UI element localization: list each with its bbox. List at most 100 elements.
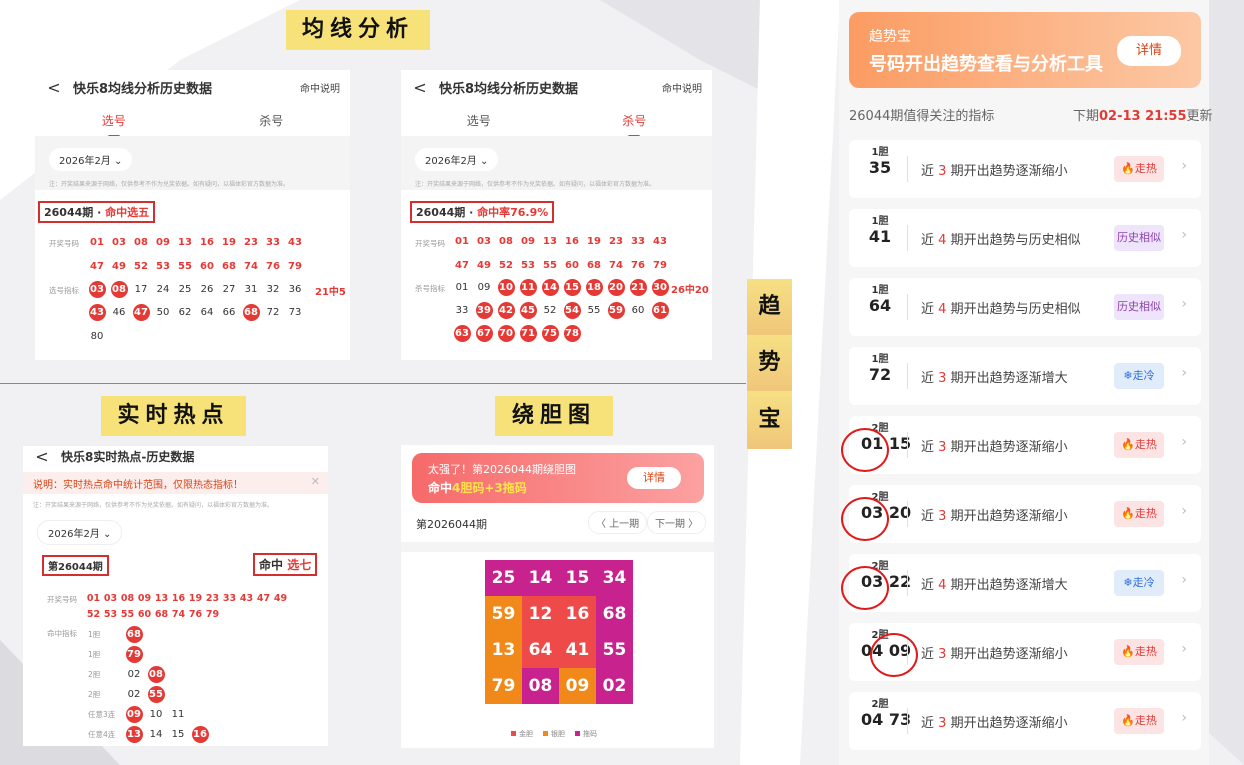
month-selector[interactable]: 2026年2月 ⌄ — [415, 148, 499, 171]
panel-junxian-select: < 快乐8均线分析历史数据 命中说明 选号 杀号 2026年2月 ⌄ 注：开奖结… — [35, 70, 350, 360]
indicator-card[interactable]: 2胆 04 73 近 3 期开出趋势逐渐缩小 🔥走热 › — [849, 692, 1201, 750]
number: 53 — [103, 609, 118, 620]
number: 23 — [205, 593, 220, 604]
indicator-card[interactable]: 2胆 03 20 近 3 期开出趋势逐渐缩小 🔥走热 › — [849, 485, 1201, 543]
help-link[interactable]: 命中说明 — [662, 80, 712, 95]
number: 47 — [132, 304, 150, 321]
indicator-card[interactable]: 1胆 41 近 4 期开出趋势与历史相似 历史相似 › — [849, 209, 1201, 267]
number: 46 — [112, 307, 126, 318]
help-link[interactable]: 命中说明 — [300, 80, 350, 95]
indicator-card[interactable]: 1胆 64 近 4 期开出趋势与历史相似 历史相似 › — [849, 278, 1201, 336]
number: 31 — [244, 284, 258, 295]
detail-button[interactable]: 详情 — [1117, 36, 1181, 66]
chevron-right-icon[interactable]: › — [1181, 572, 1187, 588]
tab-select[interactable]: 选号 — [401, 112, 557, 129]
trend-desc: 近 3 期开出趋势逐渐缩小 — [921, 440, 1068, 455]
number: 68 — [587, 260, 601, 271]
back-icon[interactable]: < — [401, 78, 439, 97]
annotation-circle — [841, 428, 889, 472]
chevron-right-icon[interactable]: › — [1181, 227, 1187, 243]
indicator-card[interactable]: 2胆 03 22 近 4 期开出趋势逐渐增大 ❄走冷 › — [849, 554, 1201, 612]
chevron-right-icon[interactable]: › — [1181, 365, 1187, 381]
number: 55 — [587, 305, 601, 316]
trend-badge: 🔥走热 — [1114, 432, 1164, 458]
trend-badge: 🔥走热 — [1114, 639, 1164, 665]
number: 43 — [653, 236, 667, 247]
label-junxian: 均线分析 — [286, 10, 430, 50]
divider-line — [0, 383, 746, 384]
close-icon[interactable]: ✕ — [311, 475, 320, 488]
label-raodan: 绕胆图 — [495, 396, 613, 436]
number: 08 — [147, 666, 165, 683]
number: 30 — [651, 279, 669, 296]
number: 68 — [154, 609, 169, 620]
number: 09 — [521, 236, 535, 247]
chevron-right-icon[interactable]: › — [1181, 434, 1187, 450]
chevron-right-icon[interactable]: › — [1181, 296, 1187, 312]
number: 09 — [156, 237, 170, 248]
number: 16 — [171, 593, 186, 604]
number: 19 — [188, 593, 203, 604]
prev-button[interactable]: 〈 上一期 — [588, 511, 648, 534]
trend-desc: 近 4 期开出趋势与历史相似 — [921, 302, 1081, 317]
number: 60 — [565, 260, 579, 271]
next-button[interactable]: 下一期 〉 — [647, 511, 707, 534]
number: 01 — [86, 593, 101, 604]
number: 53 — [156, 261, 170, 272]
tab-select[interactable]: 选号 — [35, 112, 193, 138]
draw-label: 开奖号码 — [49, 239, 79, 248]
tab-kill[interactable]: 杀号 — [193, 112, 351, 129]
hit-box: 命中 选七 — [253, 553, 318, 576]
kill-tail: 26中20 — [671, 285, 709, 296]
number: 33 — [222, 593, 237, 604]
legend-item: 金胆 — [511, 729, 533, 739]
number: 52 — [499, 260, 513, 271]
number: 80 — [90, 331, 104, 342]
annotation-circle — [870, 633, 918, 677]
number: 18 — [585, 279, 603, 296]
dan-block: 1胆 64 — [868, 285, 892, 315]
number: 39 — [475, 302, 493, 319]
indicator-card[interactable]: 2胆 01 15 近 3 期开出趋势逐渐缩小 🔥走热 › — [849, 416, 1201, 474]
number: 25 — [178, 284, 192, 295]
index-row: 02 55 — [123, 686, 167, 703]
number: 13 — [125, 726, 143, 743]
number: 43 — [288, 237, 302, 248]
number: 47 — [256, 593, 271, 604]
number: 13 — [154, 593, 169, 604]
banner-subtitle: 号码开出趋势查看与分析工具 — [869, 54, 1103, 75]
month-selector[interactable]: 2026年2月 ⌄ — [49, 148, 133, 171]
number: 17 — [134, 284, 148, 295]
number: 23 — [244, 237, 258, 248]
number: 23 — [609, 236, 623, 247]
index-label: 命中指标 — [47, 629, 77, 638]
tab-kill[interactable]: 杀号 — [557, 112, 713, 138]
number: 68 — [222, 261, 236, 272]
dan-block: 1胆 72 — [868, 354, 892, 384]
number: 76 — [631, 260, 645, 271]
grid-cell: 41 — [559, 632, 596, 668]
chevron-right-icon[interactable]: › — [1181, 641, 1187, 657]
month-selector[interactable]: 2026年2月 ⌄ — [37, 520, 123, 545]
indicator-card[interactable]: 1胆 72 近 3 期开出趋势逐渐增大 ❄走冷 › — [849, 347, 1201, 405]
number: 52 — [543, 305, 557, 316]
number: 50 — [156, 307, 170, 318]
number: 43 — [239, 593, 254, 604]
number: 20 — [607, 279, 625, 296]
annotation-circle — [841, 566, 889, 610]
trend-desc: 近 3 期开出趋势逐渐缩小 — [921, 647, 1068, 662]
indicator-heading: 26044期值得关注的指标 — [849, 109, 995, 124]
trend-desc: 近 3 期开出趋势逐渐缩小 — [921, 716, 1068, 731]
indicator-card[interactable]: 1胆 35 近 3 期开出趋势逐渐缩小 🔥走热 › — [849, 140, 1201, 198]
chevron-right-icon[interactable]: › — [1181, 710, 1187, 726]
chevron-right-icon[interactable]: › — [1181, 158, 1187, 174]
chevron-right-icon[interactable]: › — [1181, 503, 1187, 519]
back-icon[interactable]: < — [23, 447, 61, 466]
back-icon[interactable]: < — [35, 78, 73, 97]
detail-button[interactable]: 详情 — [627, 467, 681, 489]
draw-row: 01 03 08 09 13 16 19 23 33 43 — [451, 233, 671, 250]
pick-row: 43 46 47 50 62 64 66 68 72 73 — [86, 304, 306, 321]
number: 68 — [242, 304, 260, 321]
divider — [907, 294, 908, 320]
number: 55 — [120, 609, 135, 620]
